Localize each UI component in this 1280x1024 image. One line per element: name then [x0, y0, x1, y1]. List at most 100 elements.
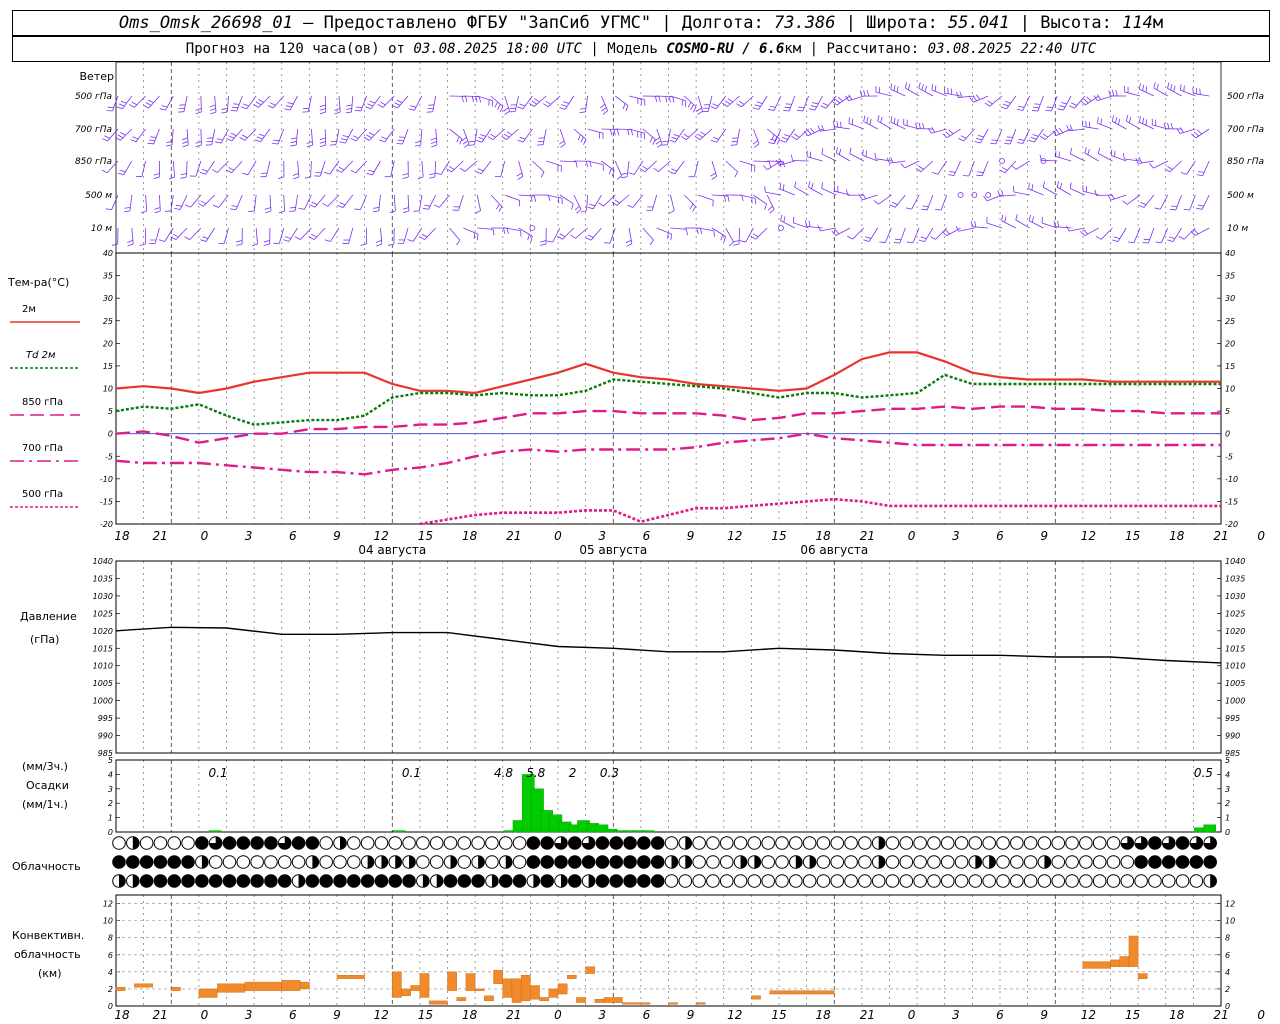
- conv-bar: [1137, 973, 1148, 979]
- cloud-cover-fill: [132, 836, 140, 850]
- wind-barb-shaft: [1169, 160, 1182, 173]
- wind-barb-flag: [1001, 167, 1008, 171]
- wind-barb-flag: [673, 133, 680, 137]
- wind-barb-shaft: [684, 194, 696, 207]
- wind-barb-flag: [415, 141, 422, 143]
- cloud-cover-symbol: [277, 855, 292, 869]
- cloud-cover-symbol: [664, 874, 679, 888]
- cloud-cover-symbol: [1148, 836, 1162, 850]
- cloud-cover-symbol: [1092, 836, 1107, 850]
- wind-barb-flag: [948, 174, 955, 176]
- wind-barb-shaft: [246, 95, 257, 110]
- wind-barb-flag: [642, 165, 648, 170]
- wind-barb-flag: [834, 229, 840, 235]
- cloud-cover-symbol: [1189, 855, 1204, 869]
- pressure-axis-tick-right: 995: [1225, 714, 1240, 723]
- wind-barb-flag: [752, 233, 759, 238]
- cloud-cover-symbol: [1203, 855, 1217, 869]
- wind-barb-flag: [473, 232, 476, 239]
- wind-barb-flag: [1118, 118, 1121, 125]
- wind-barb-flag: [147, 99, 154, 104]
- temp-axis-tick-left: -10: [100, 475, 113, 484]
- wind-barb-flag: [736, 103, 742, 108]
- wind-barb-shaft: [736, 128, 740, 145]
- cloud-cover-symbol: [623, 836, 637, 850]
- wind-barb-shaft: [449, 227, 461, 241]
- wind-barb-flag: [215, 141, 222, 144]
- wind-barb-flag: [490, 133, 496, 138]
- wind-barb-flag: [309, 204, 316, 208]
- wind-barb-flag: [345, 108, 352, 110]
- wind-barb-shaft: [434, 160, 437, 177]
- conv-bar: [585, 966, 596, 974]
- wind-barb-shaft: [1172, 227, 1182, 242]
- wind-barb-flag: [1170, 122, 1173, 130]
- cloud-cover-symbol: [443, 874, 458, 888]
- wind-barb-flag: [836, 121, 839, 128]
- conv-hour-label: 3: [598, 1008, 606, 1022]
- conv-hour-label: 21: [860, 1008, 875, 1022]
- conv-bar: [502, 978, 513, 998]
- wind-barb-flag: [668, 96, 671, 103]
- cloud-cover-symbol: [830, 855, 845, 869]
- temp-hour-label: 21: [1213, 529, 1228, 543]
- wind-barb-flag: [242, 172, 249, 176]
- wind-barb-shaft: [766, 194, 775, 210]
- cloud-cover-symbol: [844, 874, 858, 888]
- wind-barb-shaft: [112, 95, 119, 112]
- cloud-cover-symbol: [1023, 874, 1038, 888]
- wind-barb-flag: [319, 141, 326, 144]
- wind-barb-flag: [1016, 109, 1023, 111]
- pressure-axis-tick-right: 1035: [1225, 574, 1245, 583]
- wind-barb-flag: [284, 108, 291, 111]
- cloud-cover-fill: [478, 855, 485, 869]
- wind-barb-shaft: [355, 160, 367, 174]
- cloud-cover-symbol: [360, 836, 375, 850]
- precip-axis-tick-right: 4: [1225, 770, 1230, 779]
- wind-barb-flag: [501, 135, 507, 140]
- wind-barb-shaft: [820, 128, 837, 132]
- wind-barb-flag: [225, 169, 232, 174]
- wind-barb-shaft: [773, 95, 782, 111]
- wind-barb-shaft: [924, 227, 934, 242]
- cloud-cover-fill: [795, 855, 803, 869]
- conv-axis-tick-right: 6: [1225, 951, 1230, 960]
- cloud-cover-symbol: [112, 836, 126, 850]
- pressure-axis-tick-left: 1005: [93, 679, 113, 688]
- wind-barb-flag: [727, 98, 734, 103]
- wind-barb-flag: [1153, 82, 1156, 89]
- wind-barb-shaft: [141, 160, 147, 177]
- temp-hour-label: 15: [1125, 529, 1140, 543]
- cloud-cover-symbol: [927, 855, 941, 869]
- wind-barb-shaft: [912, 227, 920, 243]
- temp-hour-label: 9: [687, 529, 695, 543]
- temp-hour-label: 9: [1040, 529, 1048, 543]
- cloud-cover-symbol: [1134, 855, 1148, 869]
- wind-barb-flag: [579, 111, 586, 114]
- cloud-cover-fill: [201, 855, 209, 869]
- wind-barb-flag: [730, 144, 737, 146]
- wind-barb-shaft: [889, 160, 906, 164]
- wind-calm-marker: [985, 192, 992, 198]
- wind-barb-flag: [471, 96, 474, 103]
- wind-barb-flag: [1140, 201, 1147, 206]
- wind-calm-marker: [957, 192, 964, 198]
- wind-barb-flag: [354, 208, 361, 211]
- wind-barb-shaft: [808, 186, 823, 196]
- cloud-cover-symbol: [775, 836, 789, 850]
- wind-barb-flag: [820, 105, 827, 109]
- wind-barb-shaft: [944, 92, 961, 97]
- cloud-cover-fill: [119, 874, 126, 888]
- wind-barb-shaft: [890, 121, 906, 130]
- wind-barb-flag: [625, 105, 629, 112]
- conv-axis-tick-right: 4: [1225, 968, 1230, 977]
- wind-barb-flag: [563, 101, 570, 104]
- wind-barb-shaft: [153, 128, 160, 145]
- cloud-cover-symbol: [540, 855, 554, 869]
- wind-barb-flag: [290, 137, 297, 140]
- pressure-axis-tick-left: 995: [98, 714, 113, 723]
- cloud-cover-symbol: [692, 874, 706, 888]
- cloud-cover-symbol: [775, 855, 789, 869]
- conv-bar: [1110, 959, 1120, 967]
- pressure-axis-tick-left: 1000: [93, 697, 113, 706]
